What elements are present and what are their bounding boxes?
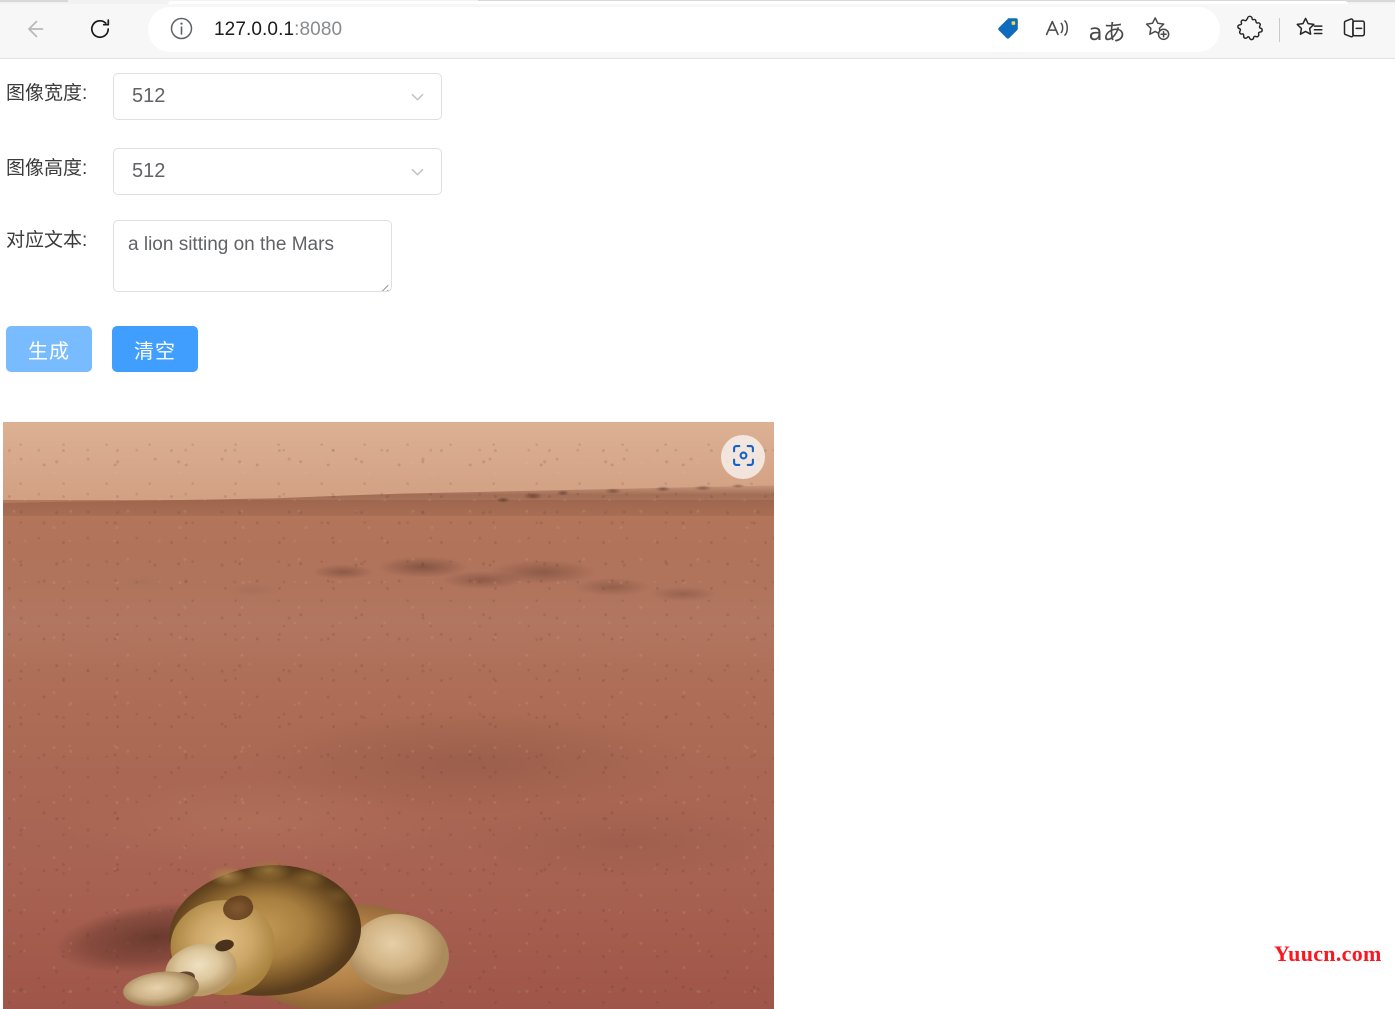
omnibox-actions: aあ bbox=[985, 7, 1179, 52]
active-tab-bottom bbox=[168, 1, 1348, 4]
shopping-tag-icon bbox=[994, 15, 1021, 45]
lion-paw bbox=[121, 968, 201, 1009]
generated-image[interactable] bbox=[3, 422, 774, 1009]
collections-icon bbox=[1340, 15, 1367, 45]
translate-button[interactable]: aあ bbox=[1085, 10, 1129, 50]
info-circle-icon bbox=[169, 16, 194, 44]
visual-search-camera-icon bbox=[731, 443, 756, 471]
reload-button[interactable] bbox=[78, 8, 122, 52]
image-height-label: 图像高度: bbox=[6, 158, 88, 179]
action-button-row: 生成 清空 bbox=[6, 326, 198, 372]
resize-grip-icon[interactable] bbox=[375, 275, 389, 291]
url-text: 127.0.0.1:8080 bbox=[214, 19, 342, 41]
add-favorite-button[interactable] bbox=[1135, 10, 1179, 50]
form-row-image-height: 图像高度: 512 bbox=[6, 148, 442, 195]
reload-icon bbox=[87, 16, 113, 45]
tab-strip-remnant bbox=[0, 0, 1395, 4]
arrow-left-icon bbox=[21, 16, 47, 45]
read-aloud-icon bbox=[1043, 15, 1072, 45]
collections-button[interactable] bbox=[1331, 8, 1375, 52]
shopping-tag-icon-button[interactable] bbox=[985, 10, 1029, 50]
lion bbox=[121, 852, 453, 1009]
image-width-value: 512 bbox=[132, 85, 166, 107]
generated-image-container bbox=[3, 422, 774, 1009]
extensions-button[interactable] bbox=[1228, 8, 1272, 52]
chevron-down-icon bbox=[408, 162, 427, 181]
site-watermark: Yuucn.com bbox=[1274, 941, 1382, 966]
toolbar-divider bbox=[1279, 18, 1280, 42]
browser-toolbar: 127.0.0.1:8080 aあ bbox=[0, 0, 1395, 59]
favorites-button[interactable] bbox=[1287, 8, 1331, 52]
extensions-icon bbox=[1236, 15, 1264, 45]
chevron-down-icon bbox=[408, 87, 427, 106]
image-width-select[interactable]: 512 bbox=[113, 73, 442, 120]
read-aloud-button[interactable] bbox=[1035, 10, 1079, 50]
form-row-image-width: 图像宽度: 512 bbox=[6, 73, 442, 120]
url-host: 127.0.0.1 bbox=[214, 18, 295, 40]
generate-button[interactable]: 生成 bbox=[6, 326, 92, 372]
site-info-button[interactable] bbox=[164, 13, 198, 47]
image-width-label: 图像宽度: bbox=[6, 83, 88, 104]
image-height-value: 512 bbox=[132, 160, 166, 182]
back-button[interactable] bbox=[12, 8, 56, 52]
favorites-icon bbox=[1295, 15, 1324, 45]
prompt-textarea-value: a lion sitting on the Mars bbox=[128, 234, 334, 255]
url-port: :8080 bbox=[294, 18, 343, 40]
form-row-prompt-text: 对应文本: a lion sitting on the Mars bbox=[6, 220, 392, 292]
translate-icon: aあ bbox=[1088, 19, 1126, 46]
page-content: 图像宽度: 512 图像高度: 512 对应文本: a lion sitting… bbox=[0, 59, 1395, 1009]
prompt-textarea[interactable]: a lion sitting on the Mars bbox=[113, 220, 392, 292]
tab-strip-edge-left bbox=[0, 0, 68, 2]
prompt-text-label: 对应文本: bbox=[6, 230, 88, 251]
image-height-select[interactable]: 512 bbox=[113, 148, 442, 195]
clear-button[interactable]: 清空 bbox=[112, 326, 198, 372]
toolbar-right-actions bbox=[1228, 8, 1375, 52]
visual-search-button[interactable] bbox=[721, 435, 765, 479]
add-favorite-icon bbox=[1142, 14, 1172, 46]
